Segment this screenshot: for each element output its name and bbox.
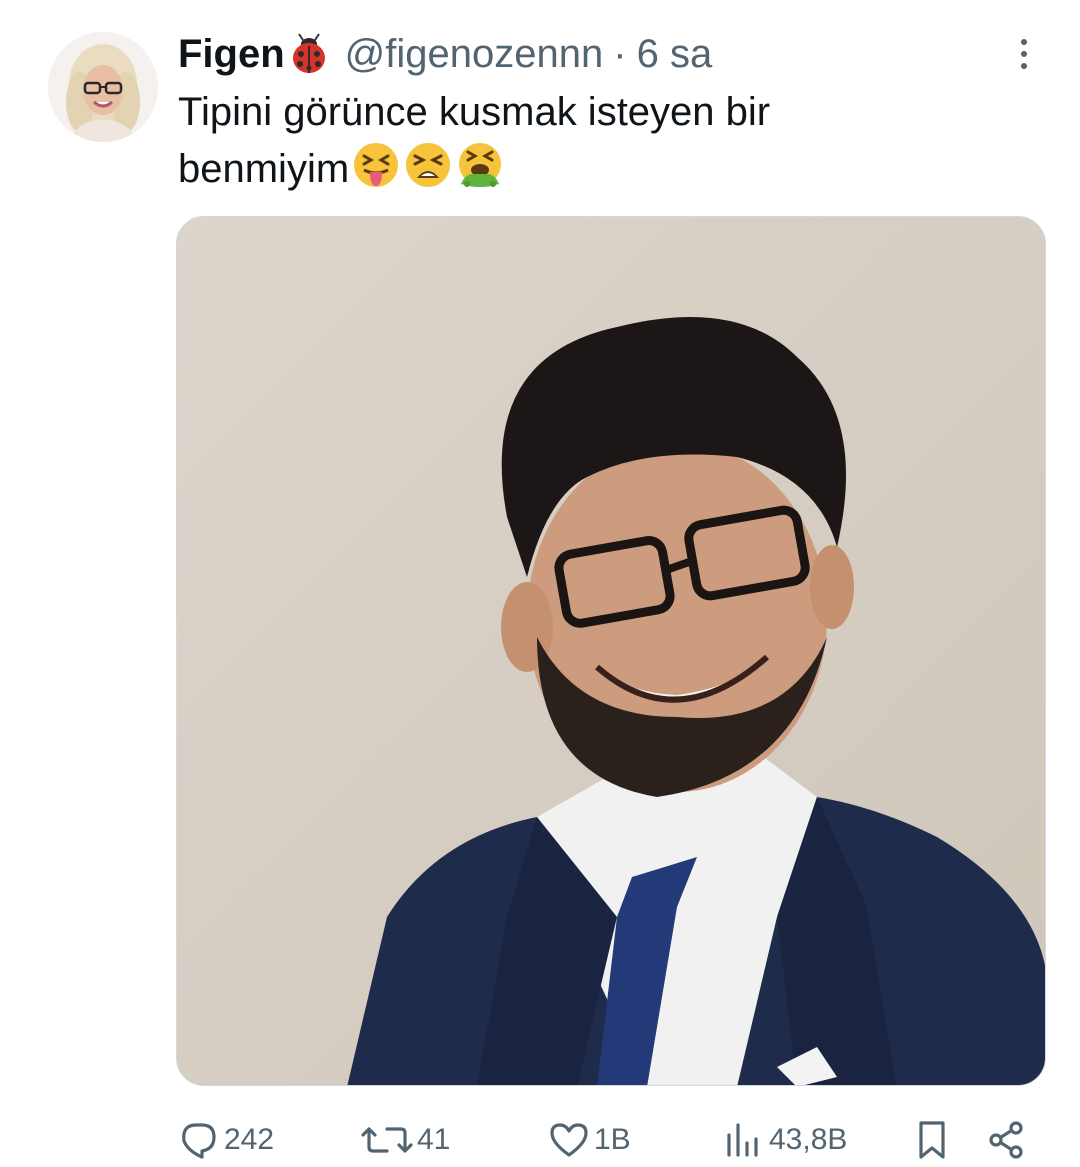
- views-chart-icon: [721, 1117, 767, 1163]
- display-name[interactable]: Figen: [178, 32, 285, 77]
- ladybug-icon: [287, 32, 331, 76]
- repost-count: 41: [417, 1123, 451, 1156]
- handle[interactable]: @figenozennn: [345, 32, 604, 77]
- views-button[interactable]: 43,8B: [721, 1112, 847, 1167]
- face-vomiting-icon: [455, 140, 505, 190]
- tweet: Figen @figenozennn · 6 sa Tipini görünce…: [0, 0, 1080, 1167]
- tweet-text-line-2: benmiyim: [178, 140, 1038, 197]
- bookmark-icon: [909, 1117, 955, 1163]
- views-count: 43,8B: [769, 1123, 848, 1156]
- tweet-text: Tipini görünce kusmak isteyen bir benmiy…: [178, 84, 1038, 197]
- share-button[interactable]: [984, 1112, 1030, 1167]
- reply-icon: [176, 1117, 222, 1163]
- emoji-row: [351, 140, 505, 190]
- bookmark-button[interactable]: [909, 1112, 955, 1167]
- tweet-photo[interactable]: [176, 216, 1046, 1086]
- tweet-text-line-1: Tipini görünce kusmak isteyen bir: [178, 90, 771, 134]
- squinting-face-with-tongue-icon: [351, 140, 401, 190]
- action-bar: 242 41 1B 43,8B: [176, 1112, 1036, 1167]
- repost-button[interactable]: 41: [359, 1112, 450, 1167]
- separator-dot: ·: [613, 31, 627, 76]
- tweet-header: Figen @figenozennn · 6 sa: [178, 26, 712, 82]
- heart-icon: [546, 1117, 592, 1163]
- avatar[interactable]: [48, 32, 158, 142]
- share-icon: [984, 1117, 1030, 1163]
- tired-face-icon: [403, 140, 453, 190]
- timestamp[interactable]: 6 sa: [637, 32, 713, 77]
- more-vertical-icon[interactable]: [1012, 34, 1036, 74]
- like-button[interactable]: 1B: [546, 1112, 631, 1167]
- like-count: 1B: [594, 1123, 631, 1156]
- repost-icon: [359, 1117, 415, 1163]
- reply-count: 242: [224, 1123, 275, 1156]
- tweet-text-word: benmiyim: [178, 147, 350, 191]
- reply-button[interactable]: 242: [176, 1112, 274, 1167]
